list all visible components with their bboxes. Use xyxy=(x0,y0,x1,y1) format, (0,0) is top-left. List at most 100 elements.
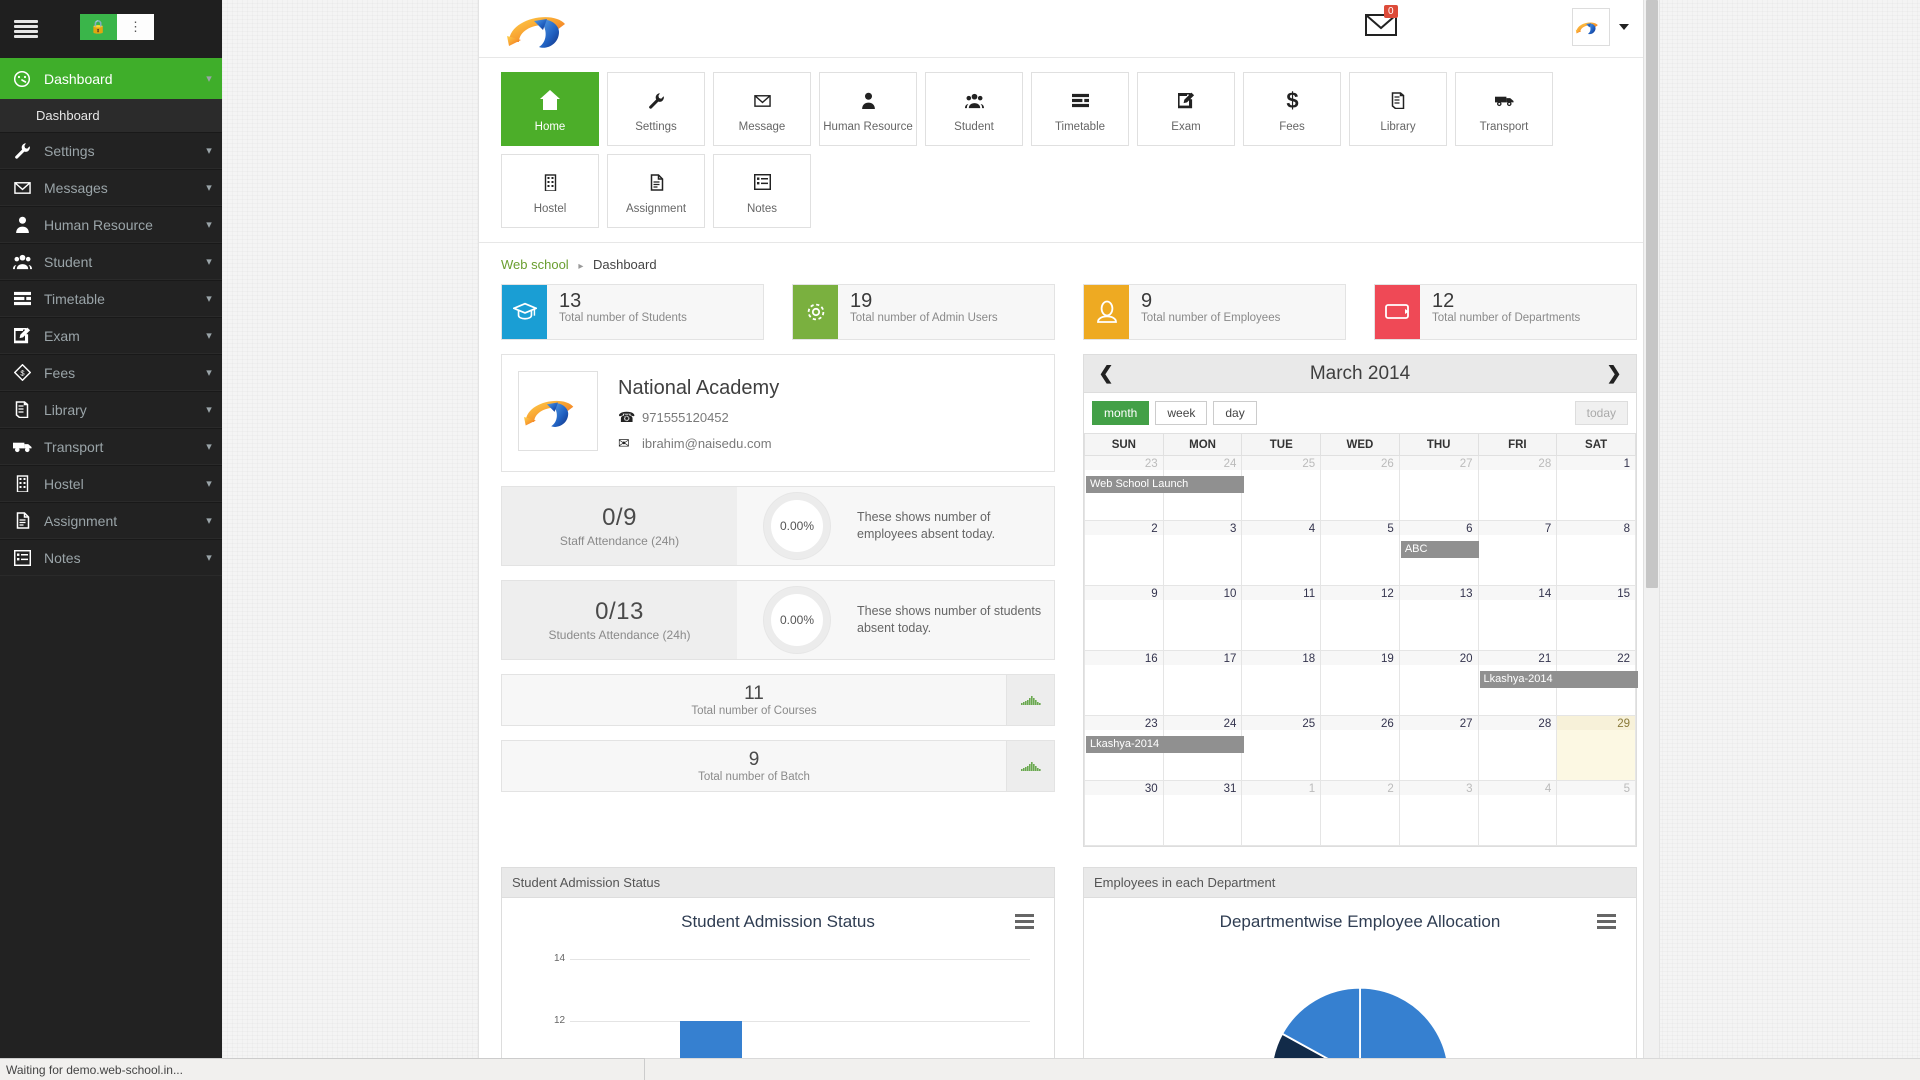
messages-button[interactable]: 0 xyxy=(1365,5,1399,39)
sidebar-item-fees[interactable]: $ Fees ▾ xyxy=(0,354,222,391)
calendar-day-cell[interactable]: 18 xyxy=(1241,650,1322,716)
calendar-today-button[interactable]: today xyxy=(1574,401,1628,425)
calendar-day-cell[interactable]: 23 Lkashya-2014 xyxy=(1084,715,1244,781)
calendar-day-cell[interactable]: 3 xyxy=(1162,520,1243,586)
sidebar-item-timetable[interactable]: Timetable ▾ xyxy=(0,280,222,317)
calendar-day-cell[interactable]: 3 xyxy=(1398,780,1479,846)
quick-menu-home[interactable]: Home xyxy=(501,72,599,146)
scrollbar-thumb[interactable] xyxy=(1646,0,1658,588)
sidebar-item-notes[interactable]: Notes ▾ xyxy=(0,539,222,576)
school-profile-card: National Academy ☎ 971555120452 ✉ ibrahi… xyxy=(501,354,1055,472)
sidebar-item-assignment[interactable]: Assignment ▾ xyxy=(0,502,222,539)
calendar-day-cell[interactable]: 4 xyxy=(1241,520,1322,586)
chevron-down-icon: ▾ xyxy=(206,552,212,564)
stat-card[interactable]: 12 Total number of Departments xyxy=(1374,284,1637,340)
calendar-day-cell[interactable]: 26 xyxy=(1320,455,1400,521)
sidebar-item-transport[interactable]: Transport ▾ xyxy=(0,428,222,465)
hamburger-icon[interactable] xyxy=(14,20,38,38)
calendar-day-cell[interactable]: 13 xyxy=(1398,585,1479,651)
calendar-day-cell[interactable]: 1 xyxy=(1241,780,1322,846)
calendar-view-day[interactable]: day xyxy=(1213,401,1257,425)
calendar-day-cell[interactable]: 21 Lkashya-2014 xyxy=(1477,650,1638,716)
calendar-prev-button[interactable]: ❮ xyxy=(1084,363,1128,384)
page-scrollbar[interactable] xyxy=(1643,0,1659,1060)
calendar-day-cell[interactable]: 8 xyxy=(1556,520,1636,586)
quick-menu-assignment[interactable]: Assignment xyxy=(607,154,705,228)
calendar-day-cell[interactable]: 29 xyxy=(1556,715,1636,781)
calendar-day-cell[interactable]: 26 xyxy=(1320,715,1400,781)
calendar-day-cell[interactable]: 10 xyxy=(1162,585,1243,651)
calendar-day-cell[interactable]: 27 xyxy=(1398,715,1479,781)
hamburger-menu-icon[interactable] xyxy=(1597,914,1616,932)
quick-menu-fees[interactable]: $ Fees xyxy=(1243,72,1341,146)
calendar-day-cell[interactable]: 20 xyxy=(1398,650,1479,716)
calendar-event[interactable]: ABC xyxy=(1400,541,1479,558)
quick-menu-hostel[interactable]: Hostel xyxy=(501,154,599,228)
calendar-day-cell[interactable]: 6 ABC xyxy=(1398,520,1479,586)
sidebar-subitem-dashboard[interactable]: Dashboard xyxy=(0,99,231,132)
calendar-event[interactable]: Web School Launch xyxy=(1086,476,1244,493)
calendar-day-cell[interactable]: 1 xyxy=(1556,455,1636,521)
calendar-day-cell[interactable]: 4 xyxy=(1477,780,1558,846)
calendar-event[interactable]: Lkashya-2014 xyxy=(1479,671,1638,688)
calendar-day-cell[interactable]: 2 xyxy=(1084,520,1164,586)
calendar-day-cell[interactable]: 12 xyxy=(1320,585,1400,651)
calendar-day-cell[interactable]: 2 xyxy=(1320,780,1400,846)
quick-menu-message[interactable]: Message xyxy=(713,72,811,146)
calendar-day-cell[interactable]: 27 xyxy=(1398,455,1479,521)
lock-icon[interactable]: 🔒 xyxy=(80,14,117,40)
sidebar-item-dashboard[interactable]: Dashboard ▾ xyxy=(0,58,222,99)
calendar-day-cell[interactable]: 25 xyxy=(1241,455,1322,521)
quick-menu-human-resource[interactable]: Human Resource xyxy=(819,72,917,146)
quick-menu-label: Transport xyxy=(1479,121,1529,133)
grid-dots-icon[interactable]: ⋮ xyxy=(117,14,154,40)
calendar-event[interactable]: Lkashya-2014 xyxy=(1086,736,1244,753)
stat-card[interactable]: 19 Total number of Admin Users xyxy=(792,284,1055,340)
sidebar-item-messages[interactable]: Messages ▾ xyxy=(0,169,222,206)
calendar-day-cell[interactable]: 28 xyxy=(1477,715,1558,781)
hamburger-menu-icon[interactable] xyxy=(1015,914,1034,932)
calendar-view-week[interactable]: week xyxy=(1155,401,1208,425)
web-school-logo[interactable] xyxy=(501,6,593,52)
calendar-day-cell[interactable]: 28 xyxy=(1477,455,1558,521)
calendar-day-cell[interactable]: 11 xyxy=(1241,585,1322,651)
quick-menu-library[interactable]: Library xyxy=(1349,72,1447,146)
sidebar-item-settings[interactable]: Settings ▾ xyxy=(0,132,222,169)
stat-card[interactable]: 13 Total number of Students xyxy=(501,284,764,340)
quick-menu-timetable[interactable]: Timetable xyxy=(1031,72,1129,146)
sidebar-item-human-resource[interactable]: Human Resource ▾ xyxy=(0,206,222,243)
attendance-card: 0/9 Staff Attendance (24h) 0.00% These show… xyxy=(501,486,1055,566)
calendar-week-row: 30 31 1 2 3 4 5 xyxy=(1084,780,1636,846)
quick-menu-settings[interactable]: Settings xyxy=(607,72,705,146)
calendar-next-button[interactable]: ❯ xyxy=(1592,363,1636,384)
calendar-view-month[interactable]: month xyxy=(1092,401,1150,425)
calendar-day-cell[interactable]: 9 xyxy=(1084,585,1164,651)
calendar-day-cell[interactable]: 30 xyxy=(1084,780,1164,846)
calendar-day-cell[interactable]: 19 xyxy=(1320,650,1400,716)
calendar-day-cell[interactable]: 25 xyxy=(1241,715,1322,781)
calendar-day-cell[interactable]: 14 xyxy=(1477,585,1558,651)
quick-menu-exam[interactable]: Exam xyxy=(1137,72,1235,146)
dashboard-icon xyxy=(0,70,44,87)
sidebar-item-hostel[interactable]: Hostel ▾ xyxy=(0,465,222,502)
breadcrumb-root[interactable]: Web school xyxy=(501,257,569,272)
calendar-day-cell[interactable]: 31 xyxy=(1162,780,1243,846)
user-menu[interactable] xyxy=(1572,8,1629,46)
calendar-day-cell[interactable]: 5 xyxy=(1556,780,1636,846)
calendar-day-cell[interactable]: 5 xyxy=(1320,520,1400,586)
calendar-day-cell[interactable]: 15 xyxy=(1556,585,1636,651)
sidebar-item-exam[interactable]: Exam ▾ xyxy=(0,317,222,354)
quick-menu-notes[interactable]: Notes xyxy=(713,154,811,228)
quick-menu-transport[interactable]: Transport xyxy=(1455,72,1553,146)
sidebar-item-library[interactable]: Library ▾ xyxy=(0,391,222,428)
breadcrumb: Web school ▸ Dashboard xyxy=(479,243,1659,284)
calendar-day-cell[interactable]: 16 xyxy=(1084,650,1164,716)
calendar-day-cell[interactable]: 17 xyxy=(1162,650,1243,716)
calendar-day-cell[interactable]: 7 xyxy=(1477,520,1558,586)
stat-card[interactable]: 9 Total number of Employees xyxy=(1083,284,1346,340)
sidebar-item-label: Dashboard xyxy=(44,70,113,87)
pie-slice[interactable] xyxy=(1359,986,1449,1058)
sidebar-item-student[interactable]: Student ▾ xyxy=(0,243,222,280)
calendar-day-cell[interactable]: 23 Web School Launch xyxy=(1084,455,1244,521)
quick-menu-student[interactable]: Student xyxy=(925,72,1023,146)
